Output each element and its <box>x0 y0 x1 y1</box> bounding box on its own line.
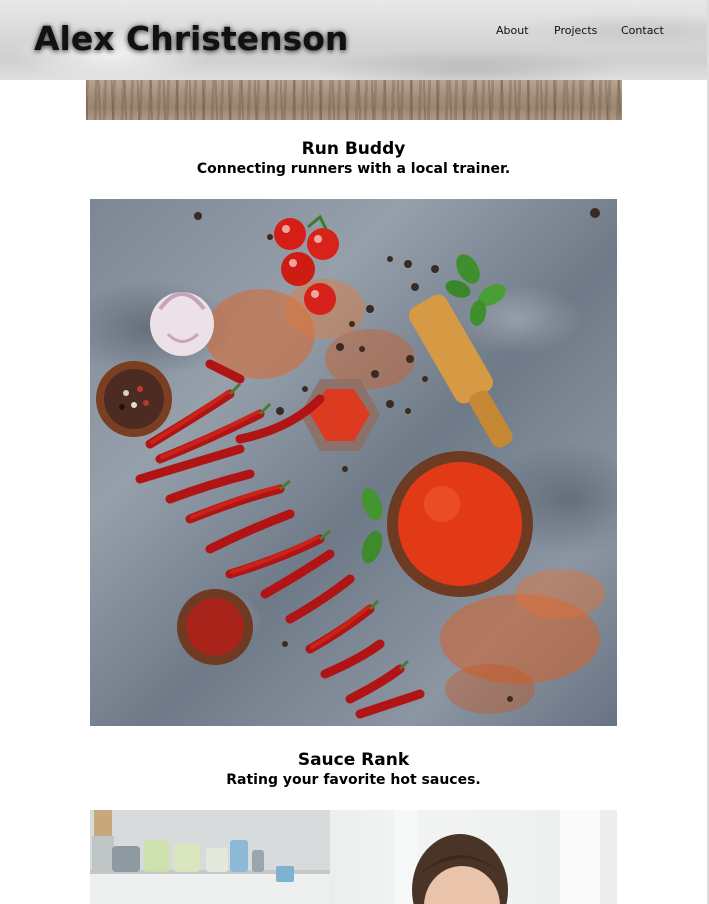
hero-image-strip <box>86 80 622 120</box>
nav-link-about[interactable]: About <box>496 24 529 37</box>
kitchen-illustration <box>90 810 600 904</box>
project-heading-run-buddy: Run Buddy Connecting runners with a loca… <box>0 139 707 179</box>
project-heading-sauce-rank: Sauce Rank Rating your favorite hot sauc… <box>0 750 707 790</box>
main-nav: About Projects Contact <box>0 24 707 38</box>
project-image-kitchen[interactable] <box>90 810 617 904</box>
spices-illustration <box>96 208 605 719</box>
project-title[interactable]: Run Buddy <box>0 139 707 159</box>
nav-link-contact[interactable]: Contact <box>621 24 664 37</box>
project-title[interactable]: Sauce Rank <box>0 750 707 770</box>
site-header: Alex Christenson About Projects Contact <box>0 0 707 80</box>
project-image-spices[interactable] <box>90 199 617 726</box>
project-subtitle: Rating your favorite hot sauces. <box>226 772 481 788</box>
nav-link-projects[interactable]: Projects <box>554 24 597 37</box>
project-subtitle: Connecting runners with a local trainer. <box>196 161 511 177</box>
